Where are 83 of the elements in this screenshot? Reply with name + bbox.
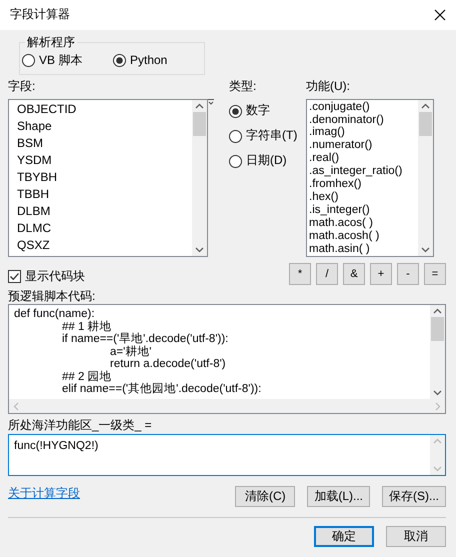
radio-button[interactable] bbox=[113, 54, 126, 68]
scroll-down-icon bbox=[433, 466, 442, 472]
list-item[interactable]: .denominator() bbox=[309, 114, 416, 126]
scroll-thumb[interactable] bbox=[419, 112, 432, 136]
list-item[interactable]: DLMC bbox=[17, 220, 184, 237]
scrollbar[interactable] bbox=[192, 100, 207, 256]
list-item[interactable]: math.acos( ) bbox=[309, 216, 416, 230]
code-line: ## 2 园地 bbox=[61, 370, 113, 384]
scroll-left-icon bbox=[13, 402, 19, 411]
horizontal-scrollbar[interactable] bbox=[9, 399, 445, 414]
scrollbar[interactable] bbox=[430, 305, 445, 400]
checkbox[interactable] bbox=[8, 270, 21, 284]
type-label: 类型: bbox=[229, 79, 258, 95]
scroll-down-icon bbox=[421, 246, 430, 253]
list-item[interactable]: .real() bbox=[309, 152, 416, 166]
scroll-thumb[interactable] bbox=[431, 317, 444, 342]
operator-button[interactable]: / bbox=[316, 262, 338, 285]
expression-field[interactable]: func(!HYGNQ2!) bbox=[8, 434, 446, 476]
scroll-thumb[interactable] bbox=[193, 112, 206, 136]
code-line: if name==('旱地'.decode('utf-8')): bbox=[61, 333, 230, 346]
radio-label: Python bbox=[130, 53, 168, 69]
group-title: 解析程序 bbox=[25, 35, 77, 51]
list-item[interactable]: .fromhex() bbox=[309, 178, 416, 191]
scroll-up-icon bbox=[195, 102, 204, 109]
operator-button[interactable]: + bbox=[370, 262, 392, 285]
action-button[interactable]: 清除(C) bbox=[235, 486, 296, 507]
scrollbar[interactable] bbox=[418, 100, 433, 256]
ok-button[interactable]: 确定 bbox=[314, 526, 374, 547]
checkbox-label: 显示代码块 bbox=[25, 269, 85, 285]
scroll-down-icon bbox=[433, 390, 442, 396]
action-button[interactable]: 加载(L)... bbox=[307, 486, 370, 507]
scroll-up-icon bbox=[421, 102, 430, 109]
list-item[interactable]: .as_integer_ratio() bbox=[309, 165, 416, 178]
radio-button[interactable] bbox=[229, 104, 242, 118]
radio-label: VB 脚本 bbox=[39, 53, 82, 69]
scroll-down-icon bbox=[195, 246, 204, 253]
expression-label: 所处海洋功能区_一级类_ = bbox=[8, 418, 153, 434]
list-item[interactable]: TBYBH bbox=[17, 168, 184, 186]
scroll-up-icon bbox=[433, 438, 442, 444]
list-item[interactable]: DLBM bbox=[17, 202, 184, 220]
code-line: elif name==('其他园地'.decode('utf-8')): bbox=[61, 383, 262, 396]
list-item[interactable]: BSM bbox=[17, 134, 184, 152]
list-item[interactable]: TBBH bbox=[17, 186, 184, 203]
operator-button[interactable]: - bbox=[397, 262, 419, 285]
list-item[interactable]: .conjugate() bbox=[309, 100, 416, 114]
code-line: return a.decode('utf-8') bbox=[109, 358, 227, 370]
operator-button[interactable]: & bbox=[343, 262, 365, 285]
field-label: 字段: bbox=[8, 79, 36, 95]
list-item[interactable]: .hex() bbox=[309, 190, 416, 204]
list-item[interactable]: math.asin( ) bbox=[309, 242, 416, 256]
scroll-up-icon bbox=[433, 308, 442, 314]
help-link[interactable]: 关于计算字段 bbox=[8, 486, 80, 502]
code-line: a='耕地' bbox=[109, 346, 153, 358]
list-item[interactable]: .is_integer() bbox=[309, 204, 416, 217]
radio-button[interactable] bbox=[22, 54, 35, 68]
operator-button[interactable]: * bbox=[289, 262, 311, 285]
action-button[interactable]: 保存(S)... bbox=[382, 486, 446, 507]
code-line: def func(name): bbox=[14, 308, 96, 320]
radio-button[interactable] bbox=[229, 154, 242, 168]
function-list[interactable]: .conjugate() .denominator() .imag() .numerator() .real() .as_integer_ratio() .fromhex() .hex() .is_integer() math.acos( ) math.acosh( ) math.asin( ) bbox=[306, 98, 434, 257]
radio-label: 字符串(T) bbox=[246, 128, 298, 144]
list-item[interactable]: Shape bbox=[17, 118, 184, 135]
function-label: 功能(U): bbox=[306, 79, 351, 95]
dropdown-icon bbox=[208, 98, 214, 105]
window-title: 字段计算器 bbox=[10, 7, 70, 23]
radio-label: 数字 bbox=[246, 103, 270, 119]
scrollbar[interactable] bbox=[430, 434, 445, 475]
list-item[interactable]: .numerator() bbox=[309, 139, 416, 152]
code-label: 预逻辑脚本代码: bbox=[8, 288, 96, 304]
radio-button[interactable] bbox=[229, 130, 242, 143]
list-item[interactable]: math.acosh( ) bbox=[309, 230, 416, 243]
operator-button[interactable]: = bbox=[424, 262, 446, 285]
scroll-right-icon bbox=[435, 402, 441, 411]
code-editor[interactable]: def func(name): ## 1 耕地 if name==('旱地'.decode('utf-8')): a='耕地' return a.decode('utf-8') ## 2 园地 elif name==('其他园地'.decode('utf-8')): bbox=[8, 304, 446, 414]
radio-label: 日期(D) bbox=[246, 153, 287, 169]
list-item[interactable]: OBJECTID bbox=[17, 100, 184, 118]
list-item[interactable]: YSDM bbox=[17, 152, 184, 169]
field-list[interactable]: OBJECTID Shape BSM YSDM TBYBH TBBH DLBM DLMC QSXZ bbox=[8, 98, 208, 257]
cancel-button[interactable]: 取消 bbox=[386, 526, 446, 547]
list-item[interactable]: QSXZ bbox=[17, 236, 184, 254]
list-item[interactable]: .imag() bbox=[309, 126, 416, 140]
close-icon[interactable] bbox=[434, 9, 446, 21]
code-line: ## 1 耕地 bbox=[61, 320, 113, 334]
